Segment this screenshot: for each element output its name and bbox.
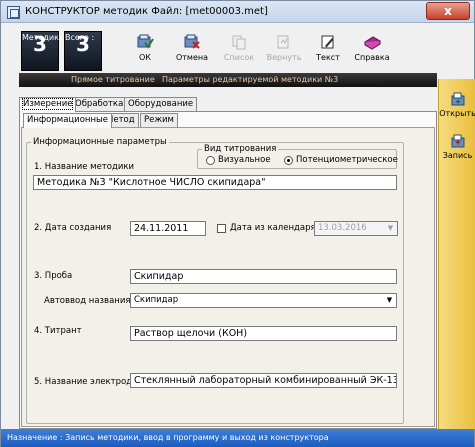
text-edit-icon [321,35,334,49]
titrant-label: 4. Титрант [34,326,82,336]
total-counter: Всего : 3 [64,31,102,71]
chevron-down-icon[interactable]: ▼ [384,295,395,306]
calendar-date-value: 13.03.2016 [318,223,367,233]
total-counter-label: Всего : [65,33,95,42]
titration-type-title: Вид титрования [202,144,279,154]
app-icon [7,6,20,19]
radio-visual-label: Визуальное [218,155,271,165]
restore-label: Вернуть [266,53,302,62]
list-label: Список [223,53,255,62]
help-button[interactable]: Справка [350,34,394,70]
radio-visual[interactable] [206,156,215,165]
params-caption: Параметры редактируемой методики №3 [162,75,339,84]
radio-potentiometric-label: Потенциометрическое [296,155,398,165]
status-bar: Назначение : Запись методики, ввод в про… [1,429,474,447]
tab-mode[interactable]: Режим [140,113,178,127]
calendar-date-picker[interactable]: 13.03.2016 ▼ [314,221,398,236]
title-bar: КОНСТРУКТОР методик Файл: [met00003.met]… [1,1,474,23]
autoname-label: Автоввод названия : [44,296,137,306]
save-record-button[interactable]: Запись [439,133,475,160]
created-date-label: 2. Дата создания [34,223,112,233]
cancel-icon [184,34,200,49]
calendar-checkbox[interactable] [217,224,226,233]
mode-strip: Прямое титрование Параметры редактируемо… [19,73,437,87]
titration-mode-text: Прямое титрование [71,75,155,84]
created-date-field[interactable]: 24.11.2011 [130,221,206,236]
method-counter-label: Методика [22,33,64,42]
ok-label: ОК [139,53,151,62]
tab-informational[interactable]: Информационные [23,113,112,128]
radio-potentiometric[interactable] [284,156,293,165]
list-icon [232,35,246,50]
tab-processing-label: Обработка [75,99,124,109]
tab-measurement[interactable]: Измерение [19,97,77,112]
close-button[interactable]: x [426,2,470,20]
right-action-panel: Открыть Запись [438,79,475,429]
chevron-down-icon[interactable]: ▼ [385,223,396,234]
autoname-value: Скипидар [134,295,179,305]
ok-icon [137,34,154,49]
info-params-title: Информационные параметры [31,137,169,147]
restore-icon [277,35,289,49]
autoname-select[interactable]: Скипидар ▼ [130,293,397,308]
calendar-checkbox-label: Дата из календаря [230,223,316,233]
open-button[interactable]: Открыть [439,91,475,118]
tab-informational-label: Информационные [27,115,108,125]
help-book-icon [364,36,381,50]
tab-equipment-label: Оборудование [128,99,194,109]
tab-mode-label: Режим [144,115,174,125]
window-title: КОНСТРУКТОР методик Файл: [met00003.met] [25,6,268,17]
titrant-field[interactable]: Раствор щелочи (КОН) [130,326,397,341]
help-label: Справка [354,53,390,62]
sample-label: 3. Проба [34,271,73,281]
electrode-field[interactable]: Стеклянный лабораторный комбинированный … [130,373,397,388]
method-name-field[interactable]: Методика №3 "Кислотное ЧИСЛО скипидара" [33,175,397,190]
list-button[interactable]: Список [217,34,261,70]
method-counter: Методика 3 [21,31,64,71]
restore-button[interactable]: Вернуть [262,34,306,70]
save-record-label: Запись [442,151,473,160]
tab-equipment[interactable]: Оборудование [124,97,198,111]
text-button[interactable]: Текст [306,34,350,70]
cancel-button[interactable]: Отмена [170,34,214,70]
electrode-label: 5. Название электрода [34,377,138,387]
constructor-window: КОНСТРУКТОР методик Файл: [met00003.met]… [0,0,475,447]
open-label: Открыть [439,109,475,118]
method-name-label: 1. Название методики [34,162,135,172]
tab-measurement-label: Измерение [21,98,74,110]
tab-processing[interactable]: Обработка [71,97,128,111]
sample-field[interactable]: Скипидар [130,269,397,284]
save-record-icon [451,134,464,148]
cancel-label: Отмена [175,53,209,62]
ok-button[interactable]: ОК [123,34,167,70]
open-folder-icon [451,92,464,106]
text-label: Текст [316,53,340,62]
